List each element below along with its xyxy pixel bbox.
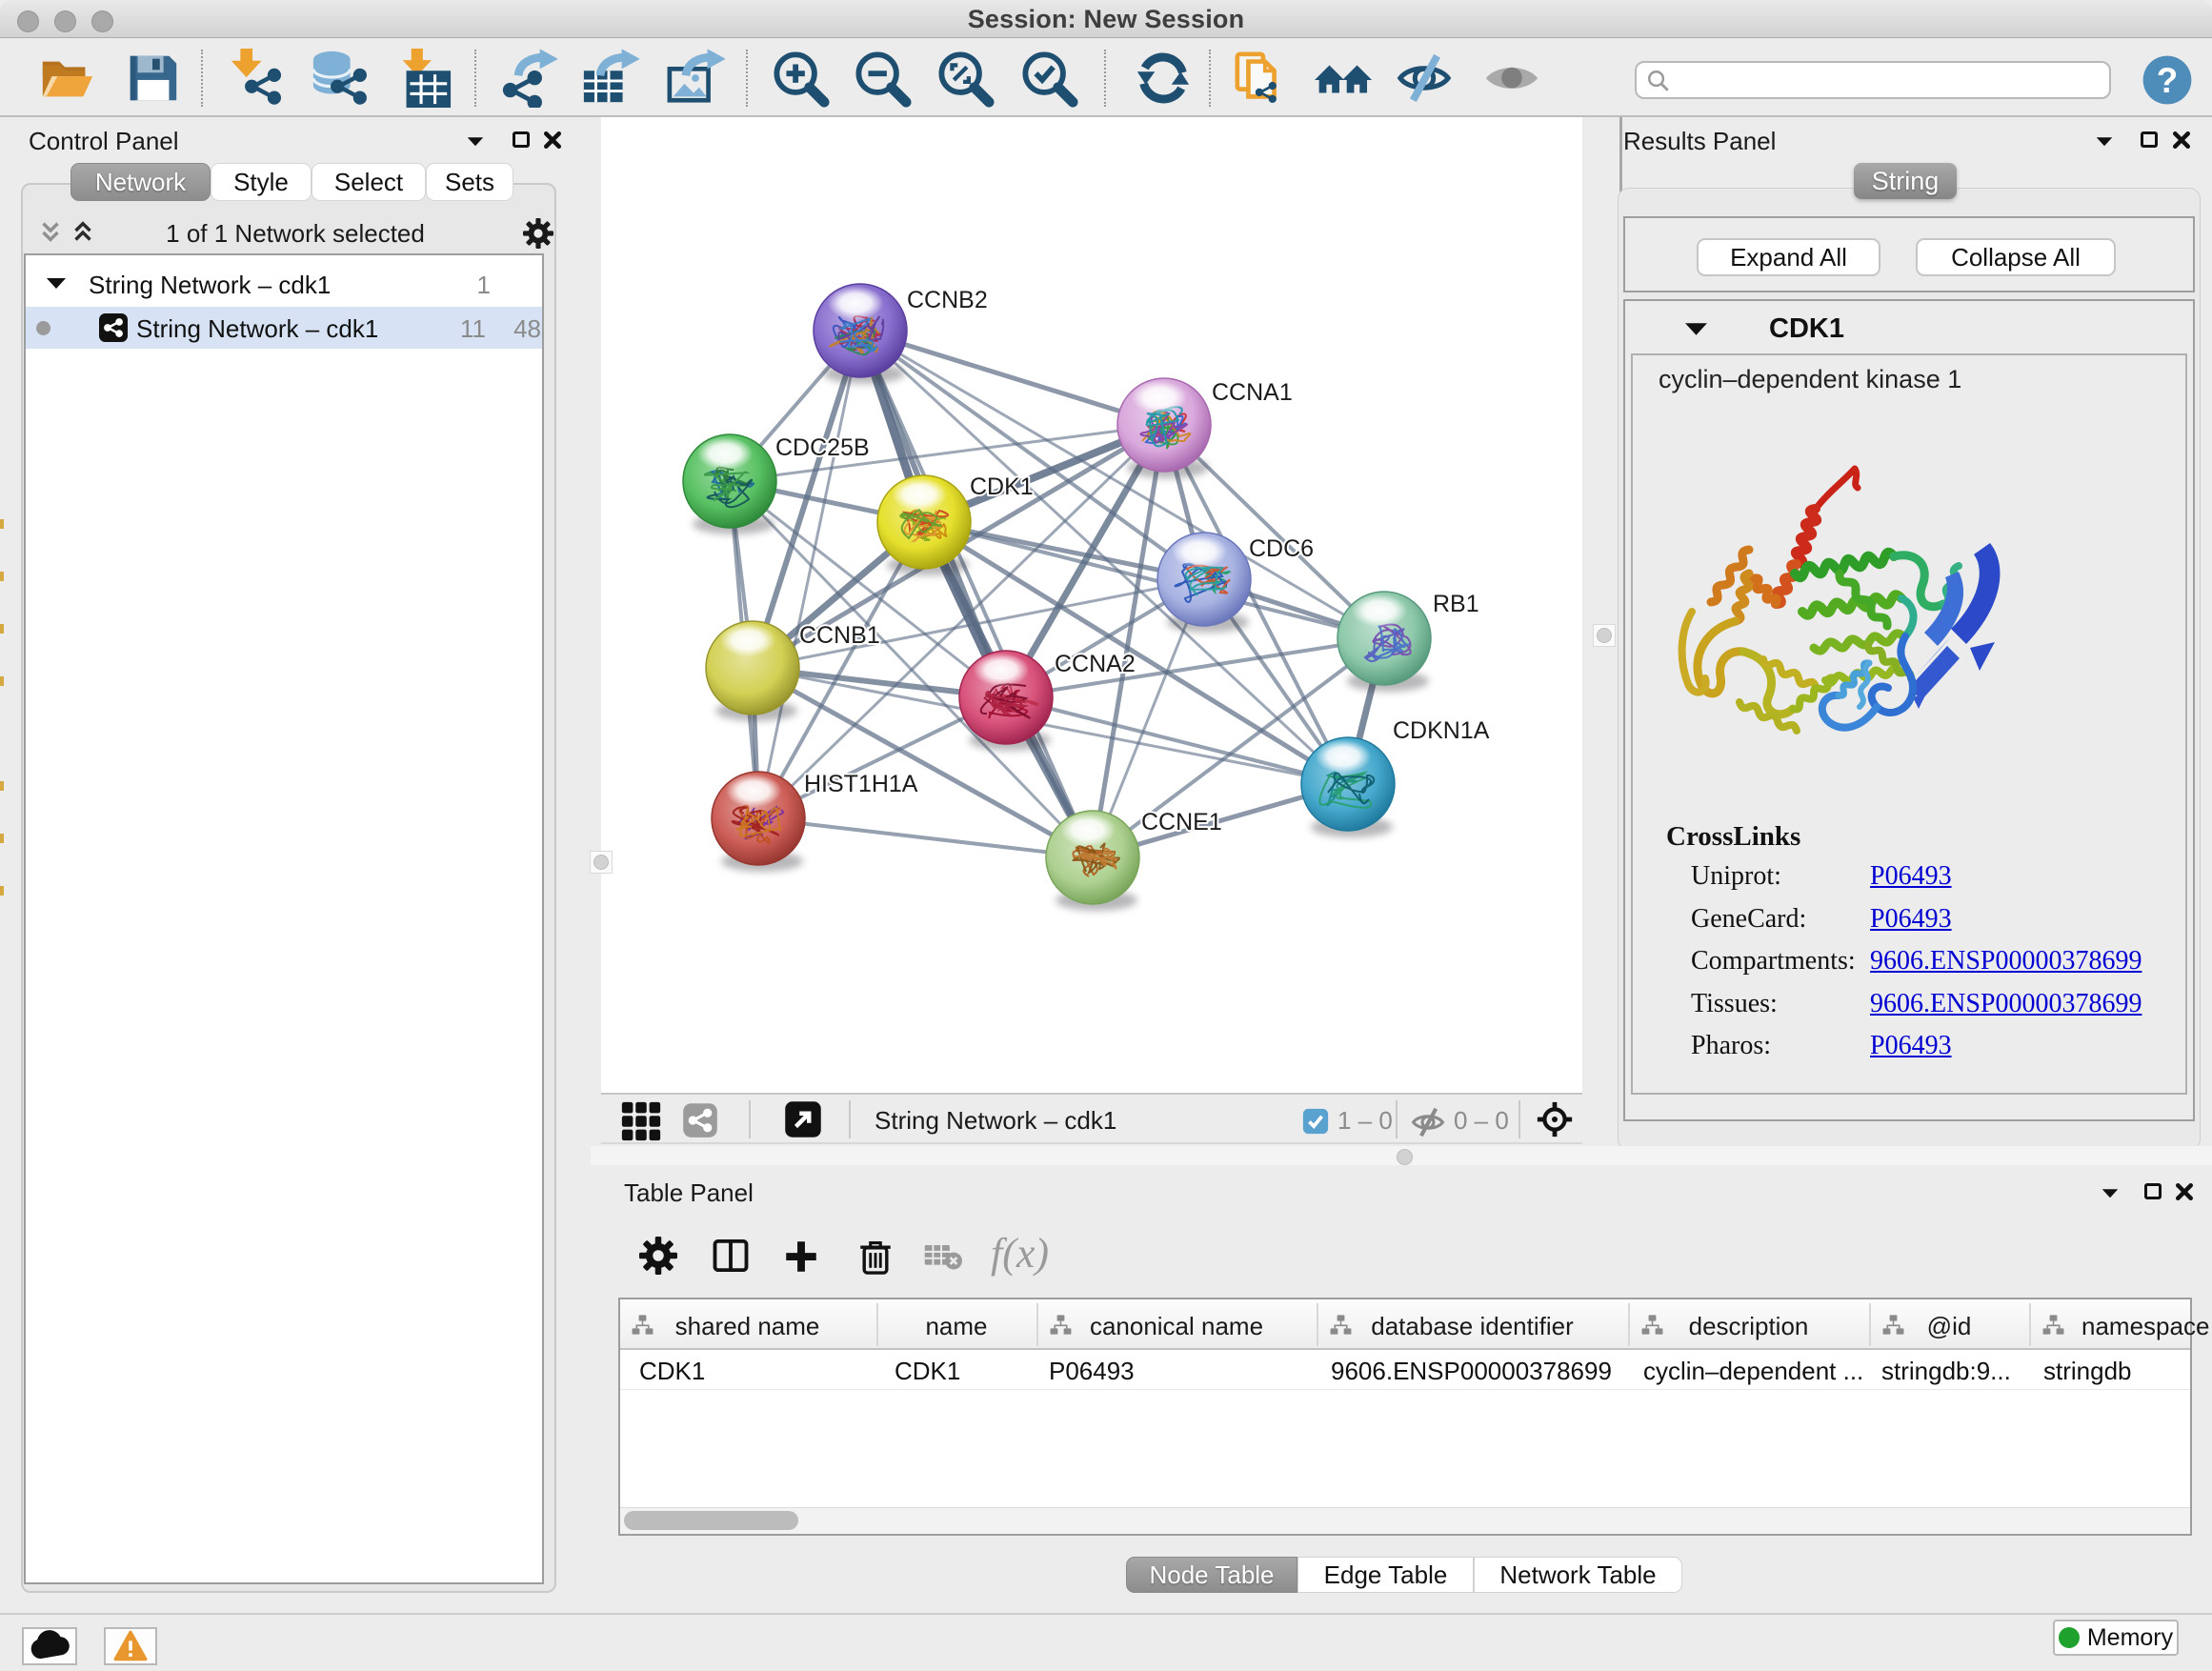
svg-text:HIST1H1A: HIST1H1A	[804, 771, 918, 797]
svg-text:CCNA1: CCNA1	[1212, 379, 1293, 406]
svg-text:CCNB2: CCNB2	[907, 287, 988, 313]
svg-text:CCNA2: CCNA2	[1055, 651, 1136, 677]
svg-text:CDK1: CDK1	[970, 473, 1034, 500]
svg-text:CDC6: CDC6	[1249, 535, 1314, 562]
svg-text:CCNE1: CCNE1	[1141, 809, 1222, 836]
svg-text:CCNB1: CCNB1	[799, 622, 880, 649]
svg-text:CDKN1A: CDKN1A	[1393, 717, 1490, 744]
svg-text:RB1: RB1	[1433, 591, 1479, 617]
svg-text:CDC25B: CDC25B	[775, 434, 870, 461]
svg-text:?: ?	[2157, 61, 2178, 100]
